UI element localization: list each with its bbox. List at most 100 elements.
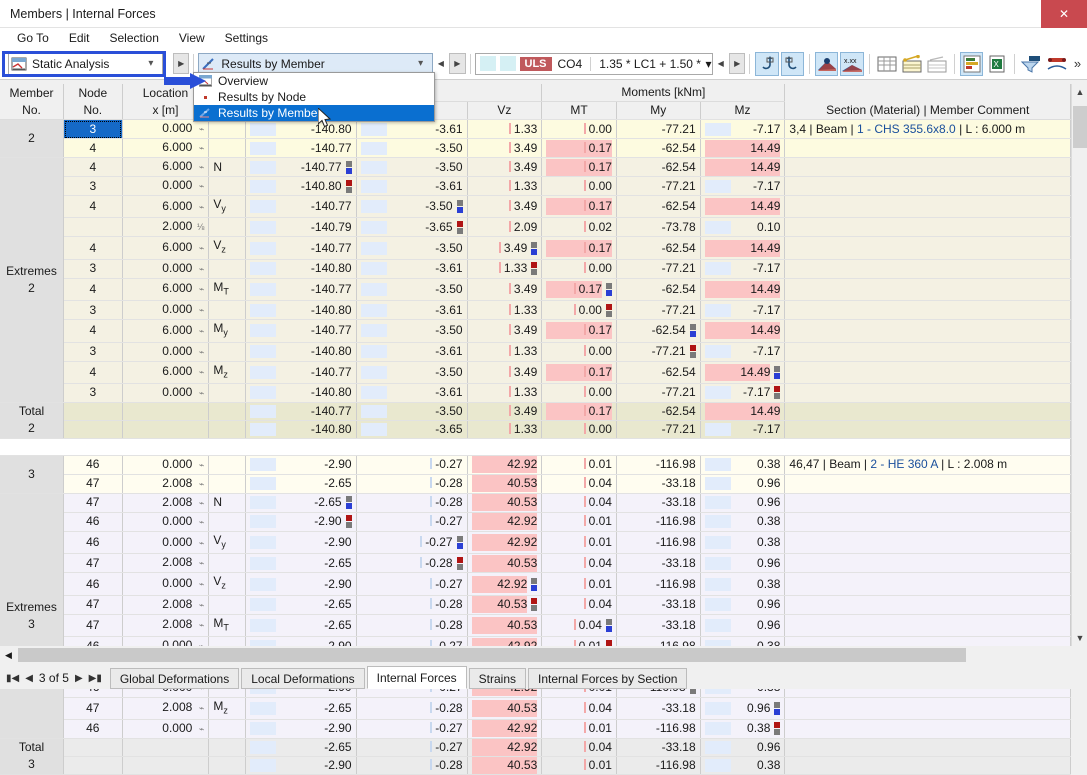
cell-My[interactable]: -116.98: [616, 719, 700, 738]
cell-My[interactable]: -62.54: [616, 361, 700, 383]
cell-location[interactable]: 2.008⌁: [122, 474, 209, 493]
x-values-icon[interactable]: x.xx: [840, 52, 864, 76]
cell-Mz[interactable]: 0.96: [700, 738, 785, 756]
cell-Vy[interactable]: -3.61: [356, 342, 467, 361]
table-row[interactable]: 472.008⌁-2.65-0.2840.530.04-33.180.96: [0, 595, 1071, 614]
cell-Vy[interactable]: -3.65: [356, 218, 467, 237]
cell-Vz[interactable]: 3.49: [467, 278, 542, 300]
cell-My[interactable]: -33.18: [616, 614, 700, 636]
cell-Mz[interactable]: 0.96: [700, 595, 785, 614]
table-row[interactable]: 46.000⌁Vz-140.77-3.503.490.17-62.5414.49: [0, 237, 1071, 259]
cell-node-no[interactable]: 4: [64, 196, 123, 218]
cell-Vy[interactable]: -0.28: [356, 493, 467, 512]
table-row[interactable]: 472.008⌁MT-2.65-0.2840.530.04-33.180.96: [0, 614, 1071, 636]
load-case-prev-button[interactable]: ◀: [713, 53, 729, 74]
cell-My[interactable]: -33.18: [616, 738, 700, 756]
cell-Vz[interactable]: 42.92: [467, 738, 542, 756]
cell-N[interactable]: -2.65: [245, 554, 356, 573]
tab-strains[interactable]: Strains: [469, 668, 526, 689]
table-row[interactable]: 46.000⌁My-140.77-3.503.490.17-62.5414.49: [0, 320, 1071, 342]
cell-node-no[interactable]: 47: [64, 554, 123, 573]
cell-N[interactable]: -140.80: [245, 383, 356, 402]
cell-Vz[interactable]: 40.53: [467, 493, 542, 512]
cell-N[interactable]: -2.65: [245, 738, 356, 756]
cell-node-no[interactable]: 46: [64, 573, 123, 595]
cell-node-no[interactable]: 3: [64, 120, 123, 139]
menu-item-selection[interactable]: Selection: [101, 29, 168, 47]
table-row[interactable]: 2.000⅛-140.79-3.652.090.02-73.780.10: [0, 218, 1071, 237]
cell-location[interactable]: 0.000⌁: [122, 120, 209, 139]
cell-location[interactable]: 0.000⌁: [122, 512, 209, 531]
cell-MT[interactable]: 0.00: [542, 259, 617, 278]
cell-node-no[interactable]: [64, 402, 123, 420]
cell-Mz[interactable]: -7.17: [700, 301, 785, 320]
cell-MT[interactable]: 0.01: [542, 512, 617, 531]
cell-N[interactable]: -140.79: [245, 218, 356, 237]
cell-N[interactable]: -2.90: [245, 573, 356, 595]
cell-node-no[interactable]: 4: [64, 158, 123, 177]
cell-node-no[interactable]: [64, 420, 123, 438]
max-min-icon[interactable]: [815, 52, 838, 76]
table-row[interactable]: 460.000⌁Vz-2.90-0.2742.920.01-116.980.38: [0, 573, 1071, 595]
cell-Vz[interactable]: 42.92: [467, 455, 542, 474]
cell-Vz[interactable]: 42.92: [467, 531, 542, 553]
results-prev-button[interactable]: ◀: [433, 53, 449, 74]
cell-MT[interactable]: 0.00: [542, 120, 617, 139]
cell-My[interactable]: -62.54: [616, 402, 700, 420]
cell-Vz[interactable]: 40.53: [467, 697, 542, 719]
vertical-scroll-thumb[interactable]: [1073, 106, 1087, 148]
tab-internal-forces-by-section[interactable]: Internal Forces by Section: [528, 668, 687, 689]
table-row[interactable]: 460.000⌁-2.90-0.2742.920.01-116.980.38: [0, 719, 1071, 738]
cell-node-no[interactable]: 47: [64, 697, 123, 719]
cell-Mz[interactable]: 0.10: [700, 218, 785, 237]
table-row[interactable]: 30.000⌁-140.80-3.611.330.00-77.21-7.17: [0, 342, 1071, 361]
cell-Mz[interactable]: 14.49: [700, 320, 785, 342]
cell-MT[interactable]: 0.01: [542, 531, 617, 553]
next-page-icon[interactable]: ▶: [75, 673, 83, 684]
cell-MT[interactable]: 0.17: [542, 361, 617, 383]
cell-node-no[interactable]: 3: [64, 259, 123, 278]
cell-Vy[interactable]: -3.50: [356, 278, 467, 300]
menu-item-settings[interactable]: Settings: [216, 29, 277, 47]
cell-N[interactable]: -2.65: [245, 614, 356, 636]
cell-Vy[interactable]: -0.28: [356, 756, 467, 774]
cell-location[interactable]: 0.000⌁: [122, 455, 209, 474]
cell-Vz[interactable]: 3.49: [467, 237, 542, 259]
cell-Vy[interactable]: -0.27: [356, 719, 467, 738]
cell-location[interactable]: [122, 738, 209, 756]
table-row[interactable]: -140.80-3.651.330.00-77.21-7.17: [0, 420, 1071, 438]
cell-MT[interactable]: 0.04: [542, 614, 617, 636]
col-header-member-no[interactable]: MemberNo.: [0, 84, 64, 120]
scroll-left-icon[interactable]: ◀: [0, 646, 17, 664]
cell-N[interactable]: -2.90: [245, 756, 356, 774]
cell-Mz[interactable]: 14.49: [700, 196, 785, 218]
cell-Mz[interactable]: 0.38: [700, 719, 785, 738]
cell-MT[interactable]: 0.17: [542, 196, 617, 218]
cell-Mz[interactable]: 14.49: [700, 237, 785, 259]
table-row[interactable]: 46.000⌁Mz-140.77-3.503.490.17-62.5414.49: [0, 361, 1071, 383]
cell-Mz[interactable]: -7.17: [700, 120, 785, 139]
cell-Mz[interactable]: 0.96: [700, 474, 785, 493]
cell-location[interactable]: 2.000⅛: [122, 218, 209, 237]
cell-Vy[interactable]: -0.27: [356, 738, 467, 756]
cell-location[interactable]: 6.000⌁: [122, 361, 209, 383]
menu-item-goto[interactable]: Go To: [8, 29, 58, 47]
cell-location[interactable]: 0.000⌁: [122, 342, 209, 361]
cell-MT[interactable]: 0.17: [542, 402, 617, 420]
cell-Vy[interactable]: -3.50: [356, 237, 467, 259]
cell-Vy[interactable]: -3.61: [356, 259, 467, 278]
cell-location[interactable]: [122, 420, 209, 438]
cell-node-no[interactable]: 46: [64, 455, 123, 474]
table-row[interactable]: 472.008⌁-2.65-0.2840.530.04-33.180.96: [0, 474, 1071, 493]
dropdown-item-results-by-node[interactable]: Results by Node: [194, 89, 434, 105]
cell-Mz[interactable]: 0.38: [700, 756, 785, 774]
cell-MT[interactable]: 0.04: [542, 738, 617, 756]
cell-location[interactable]: 6.000⌁: [122, 158, 209, 177]
cell-MT[interactable]: 0.01: [542, 719, 617, 738]
cell-Vz[interactable]: 40.53: [467, 756, 542, 774]
cell-My[interactable]: -62.54: [616, 237, 700, 259]
cell-Mz[interactable]: 14.49: [700, 278, 785, 300]
table-row[interactable]: Extremes3472.008⌁N-2.65-0.2840.530.04-33…: [0, 493, 1071, 512]
cell-Vy[interactable]: -0.27: [356, 512, 467, 531]
cell-Vz[interactable]: 40.53: [467, 595, 542, 614]
